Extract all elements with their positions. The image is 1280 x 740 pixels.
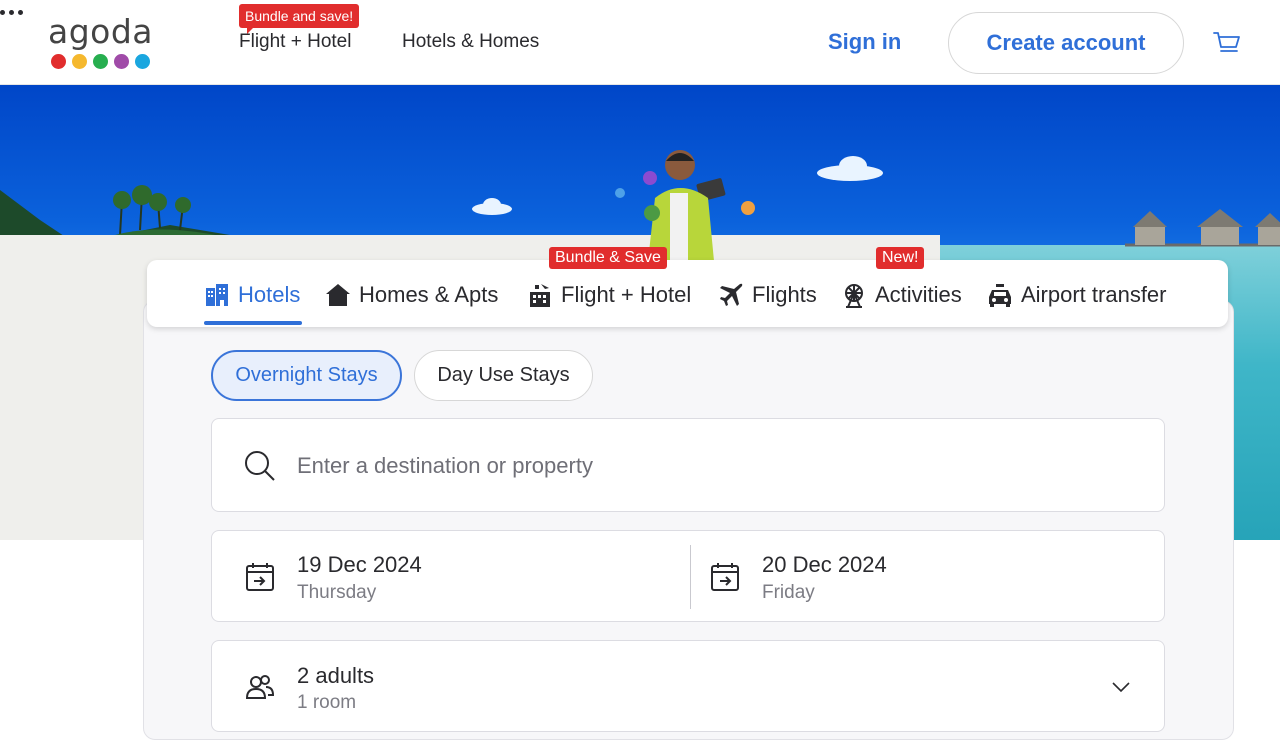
check-out-date-text: 20 Dec 2024: [762, 552, 887, 577]
more-dot: [18, 9, 23, 15]
tab-airport-transfer[interactable]: Airport transfer: [987, 282, 1167, 308]
cart-icon[interactable]: [1212, 28, 1242, 58]
tab-airport-transfer-label: Airport transfer: [1021, 282, 1167, 307]
logo-dot-yellow: [72, 54, 87, 69]
day-use-stays-toggle[interactable]: Day Use Stays: [414, 350, 593, 401]
agoda-logo[interactable]: agoda: [48, 14, 158, 74]
tab-flights-label: Flights: [752, 282, 817, 307]
house-icon: [326, 284, 350, 306]
more-menu-icon[interactable]: [0, 0, 26, 24]
flight-hotel-icon: [530, 284, 550, 307]
destination-field[interactable]: [211, 418, 1165, 512]
more-dot: [9, 9, 14, 15]
cloud-small: [472, 198, 512, 215]
create-account-button[interactable]: Create account: [948, 12, 1184, 74]
ferris-wheel-icon: [845, 284, 863, 308]
product-tabs: Hotels Homes & Apts Bundle & Save Flight…: [147, 247, 1228, 327]
car-icon: [989, 284, 1011, 307]
hotel-building-icon: [206, 284, 228, 306]
tab-activities[interactable]: Activities: [841, 282, 962, 308]
top-header: agoda Bundle and save! Flight + Hotel Ho…: [0, 0, 1280, 85]
check-out-day-text: Friday: [762, 582, 815, 603]
airplane-icon: [720, 283, 743, 306]
active-tab-indicator: [204, 321, 302, 325]
logo-dot-blue: [135, 54, 150, 69]
date-divider: [690, 545, 691, 609]
bundle-badge: Bundle and save!: [239, 4, 360, 34]
check-out-date[interactable]: 20 Dec 2024 Friday: [692, 531, 1152, 623]
check-in-date[interactable]: 19 Dec 2024 Thursday: [212, 531, 672, 623]
guests-field[interactable]: 2 adults 1 room: [211, 640, 1165, 732]
check-in-calendar-icon: [246, 563, 274, 591]
logo-dot-green: [93, 54, 108, 69]
overnight-stays-toggle[interactable]: Overnight Stays: [211, 350, 402, 401]
destination-input[interactable]: [297, 449, 1117, 483]
check-in-date-text: 19 Dec 2024: [297, 552, 422, 577]
tab-flight-hotel[interactable]: Flight + Hotel: [527, 282, 691, 308]
guests-count-text: 2 adults: [297, 663, 375, 688]
new-badge: New!: [876, 247, 925, 269]
sign-in-link[interactable]: Sign in: [828, 29, 901, 55]
tab-activities-label: Activities: [875, 282, 962, 307]
search-icon: [245, 451, 275, 481]
tab-homes-apts[interactable]: Homes & Apts: [325, 282, 498, 308]
logo-dot-red: [51, 54, 66, 69]
rooms-count-text: 1 room: [297, 692, 357, 713]
logo-dots: [51, 54, 158, 69]
nav-flight-hotel[interactable]: Flight + Hotel: [239, 30, 351, 54]
dates-field: 19 Dec 2024 Thursday 20 Dec 2024 Friday: [211, 530, 1165, 622]
cloud-large: [817, 156, 883, 181]
bundle-save-badge: Bundle & Save: [549, 247, 667, 269]
tab-homes-label: Homes & Apts: [359, 282, 499, 307]
water-villas: [1125, 209, 1280, 247]
guests-icon: [245, 675, 275, 699]
traveler-illustration: [615, 150, 755, 261]
tab-hotels[interactable]: Hotels: [204, 282, 300, 308]
tab-hotels-label: Hotels: [238, 282, 301, 307]
tab-flight-hotel-label: Flight + Hotel: [561, 282, 692, 307]
tab-flights[interactable]: Flights: [718, 282, 817, 308]
chevron-down-icon[interactable]: [1109, 675, 1133, 699]
nav-hotels-homes[interactable]: Hotels & Homes: [402, 30, 539, 54]
more-dot: [0, 9, 5, 15]
logo-text: agoda: [48, 12, 154, 51]
check-out-calendar-icon: [711, 563, 739, 591]
logo-dot-purple: [114, 54, 129, 69]
check-in-day-text: Thursday: [297, 582, 377, 603]
